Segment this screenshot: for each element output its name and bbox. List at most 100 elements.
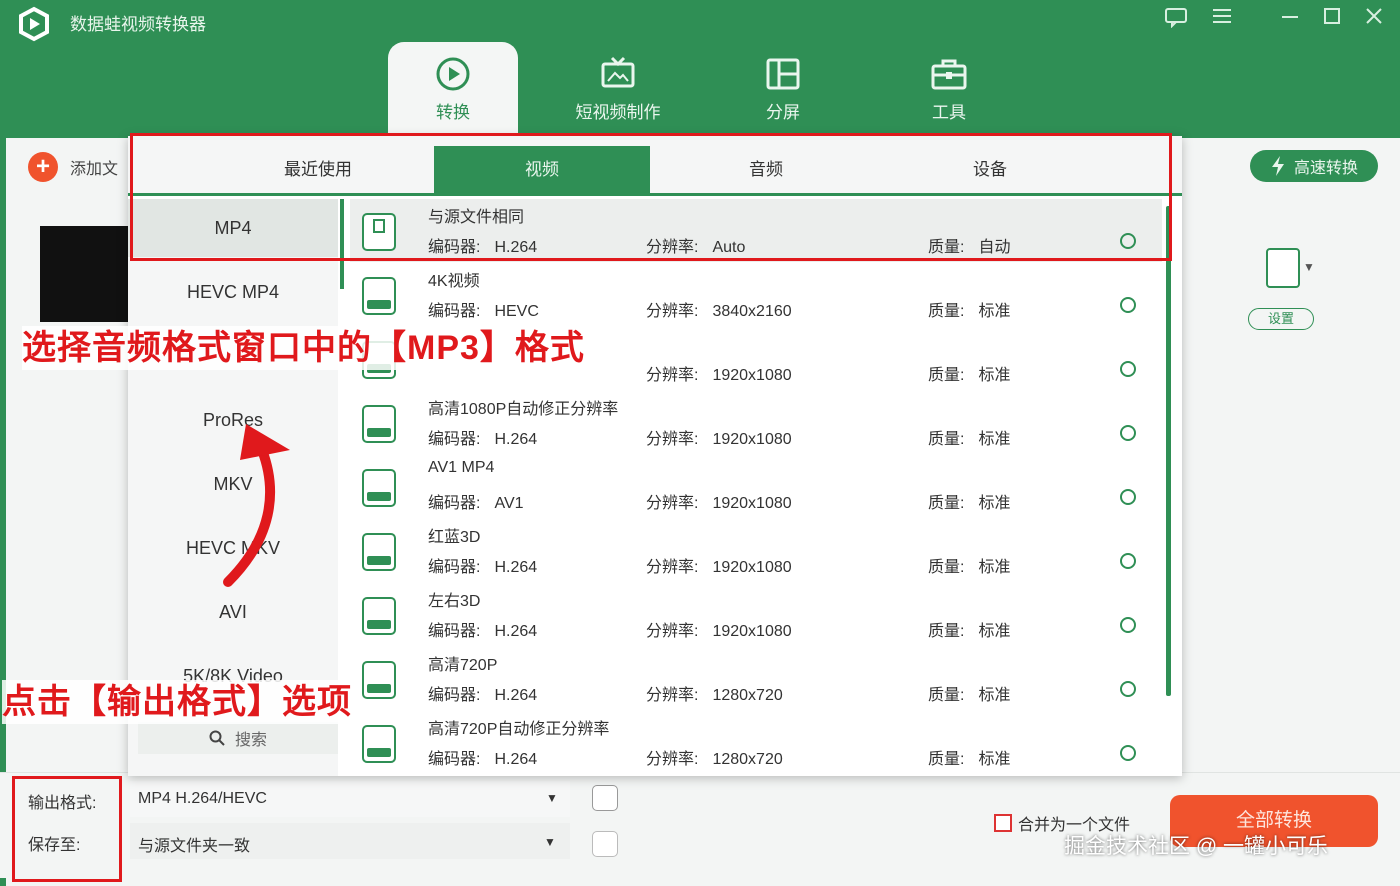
tab-tools[interactable]: 工具: [884, 42, 1014, 134]
codec-value: AV1: [494, 495, 524, 512]
video-file-icon: [362, 469, 396, 507]
resolution-value: 1280x720: [712, 687, 783, 704]
chevron-down-icon[interactable]: ▼: [546, 791, 558, 805]
video-thumbnail[interactable]: [40, 226, 132, 322]
preset-row[interactable]: 高清720P自动修正分辨率 编码器: H.264 分辨率: 1280x720 质量:…: [350, 711, 1162, 774]
resolution-label: 分辨率:: [646, 751, 699, 768]
codec-value: H.264: [494, 687, 538, 704]
resolution-label: 分辨率:: [646, 623, 699, 640]
quality-value: 标准: [978, 687, 1011, 704]
preset-row[interactable]: 左右3D 编码器: H.264 分辨率: 1920x1080 质量: 标准: [350, 583, 1162, 646]
search-icon: [209, 730, 225, 746]
gear-icon[interactable]: [1120, 425, 1136, 441]
preset-row[interactable]: AV1 MP4 编码器: AV1 分辨率: 1920x1080 质量: 标准: [350, 455, 1162, 518]
preset-name: 高清720P: [428, 657, 498, 674]
preset-row[interactable]: 高清1080P自动修正分辨率 编码器: H.264 分辨率: 1920x1080 质…: [350, 391, 1162, 454]
gear-icon[interactable]: [1120, 553, 1136, 569]
codec-value: H.264: [494, 431, 538, 448]
plus-icon: +: [28, 152, 58, 182]
resolution-label: 分辨率:: [646, 367, 699, 384]
quality-label: 质量:: [928, 303, 965, 320]
quality-value: 标准: [978, 559, 1011, 576]
resolution-value: 3840x2160: [712, 303, 792, 320]
gear-icon[interactable]: [1120, 489, 1136, 505]
preset-list: 与源文件相同 编码器: H.264 分辨率: Auto 质量: 自动 4K视频 编码器…: [350, 199, 1170, 776]
add-file-label: 添加文: [70, 161, 119, 178]
quality-value: 标准: [978, 623, 1011, 640]
preset-row[interactable]: 4K视频 编码器: HEVC 分辨率: 3840x2160 质量: 标准: [350, 263, 1162, 326]
close-icon[interactable]: [1360, 6, 1388, 32]
quality-label: 质量:: [928, 495, 965, 512]
codec-label: 编码器:: [428, 751, 481, 768]
settings-button[interactable]: 设置: [1248, 308, 1314, 330]
gear-icon[interactable]: [1120, 361, 1136, 377]
chevron-down-icon[interactable]: ▼: [1303, 260, 1315, 274]
folder-icon[interactable]: [592, 831, 618, 857]
resolution-value: 1920x1080: [712, 431, 792, 448]
gear-icon[interactable]: [1120, 617, 1136, 633]
quality-label: 质量:: [928, 623, 965, 640]
preset-name: AV1 MP4: [428, 459, 495, 476]
title-bar: 数据蛙视频转换器 转换 短视频制作 分屏 工具: [0, 0, 1400, 140]
gear-icon[interactable]: [1120, 745, 1136, 761]
codec-label: 编码器:: [428, 431, 481, 448]
preset-row[interactable]: 红蓝3D 编码器: H.264 分辨率: 1920x1080 质量: 标准: [350, 519, 1162, 582]
app-logo-icon: [19, 6, 49, 42]
codec-label: 编码器:: [428, 623, 481, 640]
preset-name: 红蓝3D: [428, 529, 481, 546]
format-item[interactable]: AVI: [128, 583, 338, 641]
minimize-icon[interactable]: [1276, 6, 1304, 32]
resolution-label: 分辨率:: [646, 431, 699, 448]
video-file-icon: [362, 725, 396, 763]
highlight-box-output-format: [12, 776, 122, 882]
quality-value: 标准: [978, 495, 1011, 512]
tab-convert[interactable]: 转换: [388, 42, 518, 134]
quality-label: 质量:: [928, 687, 965, 704]
merge-checkbox[interactable]: [994, 814, 1012, 832]
preset-name: 4K视频: [428, 273, 480, 290]
annotation-bottom: 点击【输出格式】选项: [2, 680, 352, 724]
preset-row[interactable]: 高清720P 编码器: H.264 分辨率: 1280x720 质量: 标准: [350, 647, 1162, 710]
video-file-icon: [362, 661, 396, 699]
quality-label: 质量:: [928, 367, 965, 384]
resolution-label: 分辨率:: [646, 303, 699, 320]
annotation-top: 选择音频格式窗口中的【MP3】格式: [22, 326, 585, 370]
video-file-icon: [362, 405, 396, 443]
add-file-button[interactable]: + 添加文: [28, 152, 118, 182]
tab-short-video[interactable]: 短视频制作: [553, 42, 683, 134]
search-label: 搜索: [234, 732, 267, 749]
tab-split-screen[interactable]: 分屏: [718, 42, 848, 134]
quality-value: 标准: [978, 303, 1011, 320]
codec-value: HEVC: [494, 303, 539, 320]
maximize-icon[interactable]: [1318, 6, 1346, 32]
output-format-icon[interactable]: [1266, 248, 1300, 288]
preset-name: 高清720P自动修正分辨率: [428, 721, 610, 738]
fast-convert-button[interactable]: 高速转换: [1250, 150, 1378, 182]
tv-icon: [601, 56, 635, 88]
resolution-label: 分辨率:: [646, 495, 699, 512]
resolution-label: 分辨率:: [646, 559, 699, 576]
output-format-select[interactable]: MP4 H.264/HEVC: [130, 781, 570, 817]
gear-icon[interactable]: [1120, 297, 1136, 313]
codec-label: 编码器:: [428, 687, 481, 704]
search-box[interactable]: 搜索: [138, 722, 338, 754]
gear-icon[interactable]: [1120, 681, 1136, 697]
menu-icon[interactable]: [1208, 6, 1236, 32]
codec-value: H.264: [494, 751, 538, 768]
chevron-down-icon[interactable]: ▼: [544, 835, 556, 849]
preset-name: 左右3D: [428, 593, 481, 610]
codec-value: H.264: [494, 623, 538, 640]
bottom-bar: 输出格式: MP4 H.264/HEVC ▼ 保存至: 与源文件夹一致 ▼ 合并…: [0, 772, 1400, 878]
preset-list-scrollbar[interactable]: [1166, 206, 1171, 696]
format-item[interactable]: HEVC MP4: [128, 263, 338, 321]
save-to-select[interactable]: 与源文件夹一致: [130, 823, 570, 859]
convert-icon: [436, 57, 470, 91]
fast-convert-label: 高速转换: [1293, 160, 1358, 177]
format-settings-icon[interactable]: [592, 785, 618, 811]
resolution-value: 1920x1080: [712, 495, 792, 512]
resolution-value: 1920x1080: [712, 559, 792, 576]
highlight-box-tabs: [130, 133, 1172, 261]
feedback-icon[interactable]: [1162, 6, 1190, 32]
split-screen-icon: [766, 58, 800, 90]
quality-value: 标准: [978, 751, 1011, 768]
